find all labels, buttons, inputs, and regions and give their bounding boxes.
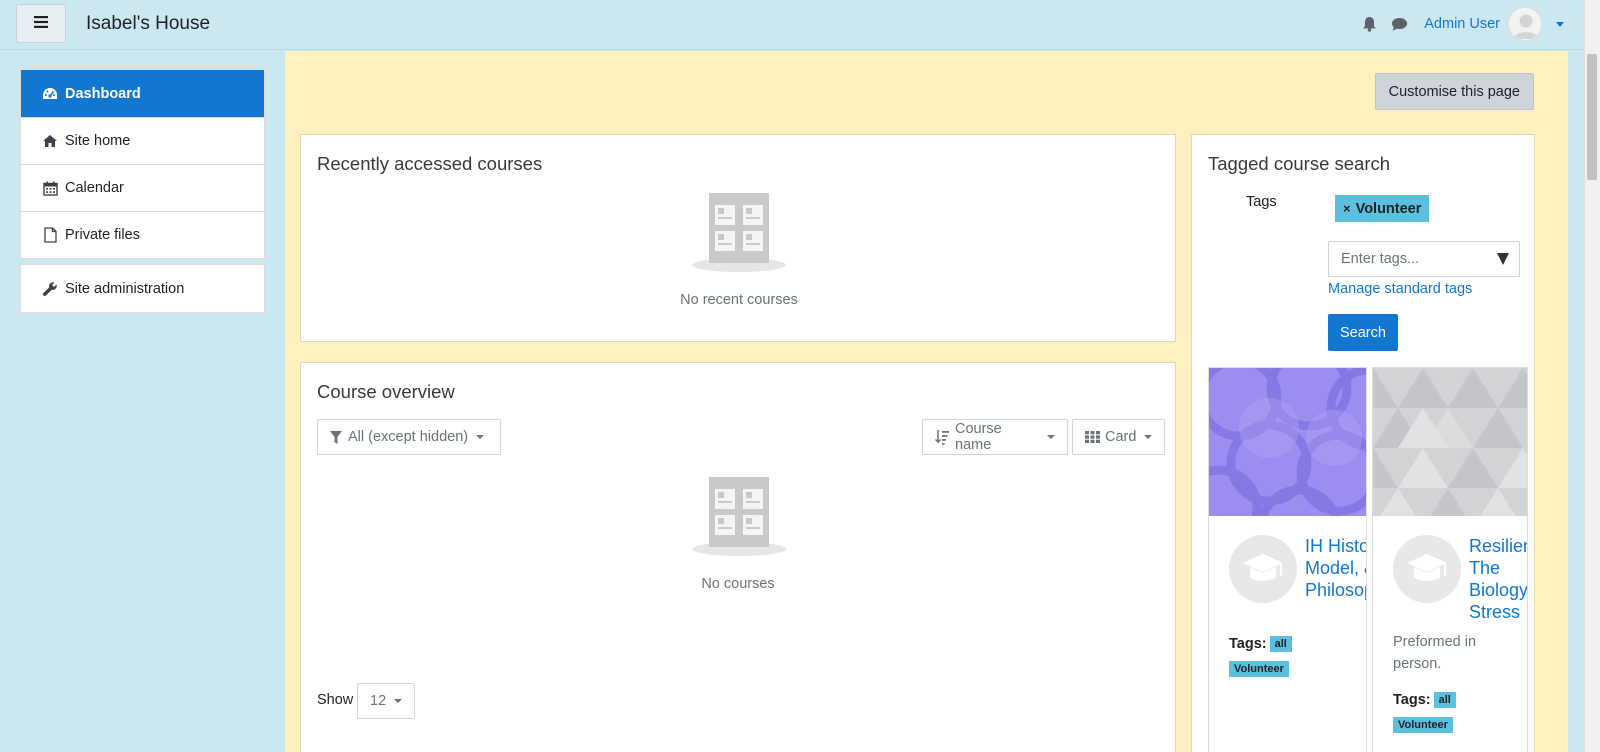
course-tags: Tags: all xyxy=(1393,692,1456,708)
selected-tag-chip[interactable]: × Volunteer xyxy=(1335,195,1430,222)
caret-down-icon xyxy=(394,699,403,703)
empty-message: No courses xyxy=(701,576,775,592)
sidebar-item-calendar[interactable]: Calendar xyxy=(21,164,264,211)
wrench-icon xyxy=(41,280,59,298)
block-title: Tagged course search xyxy=(1208,153,1391,174)
tag-badge[interactable]: all xyxy=(1433,692,1456,708)
user-avatar[interactable] xyxy=(1508,7,1542,41)
no-courses-illustration xyxy=(691,193,787,273)
user-menu-caret-icon[interactable] xyxy=(1556,21,1564,27)
no-courses-illustration xyxy=(691,477,787,557)
sort-dropdown[interactable]: Course name xyxy=(922,419,1068,455)
paging-value: 12 xyxy=(370,693,387,709)
sidebar-item-site-administration[interactable]: Site administration xyxy=(21,265,264,312)
course-name-link[interactable]: Resilience: The Biology of Stress xyxy=(1469,535,1527,623)
view-dropdown[interactable]: Card xyxy=(1072,419,1165,455)
sort-icon xyxy=(935,429,949,445)
tags-autocomplete-input[interactable]: Enter tags... xyxy=(1328,241,1520,277)
sidebar-item-private-files[interactable]: Private files xyxy=(21,211,264,258)
scrollbar-thumb[interactable] xyxy=(1587,54,1597,180)
tags-field-label: Tags xyxy=(1246,194,1277,210)
course-summary: Preformed in person. xyxy=(1393,634,1477,672)
caret-down-icon xyxy=(476,435,485,439)
bell-icon[interactable] xyxy=(1358,13,1380,35)
graduation-cap-icon xyxy=(1229,535,1297,603)
caret-down-icon xyxy=(1047,435,1055,439)
dropdown-triangle-icon[interactable] xyxy=(1497,253,1509,265)
tag-badge[interactable]: Volunteer xyxy=(1229,661,1289,677)
course-overview-block: Course overview All (except hidden) Cour… xyxy=(300,362,1176,752)
remove-tag-icon[interactable]: × xyxy=(1343,201,1351,216)
tags-heading: Tags: xyxy=(1393,692,1431,708)
tags-heading: Tags: xyxy=(1229,636,1267,652)
nav-group-admin: Site administration xyxy=(20,264,265,313)
manage-standard-tags-link[interactable]: Manage standard tags xyxy=(1328,281,1472,297)
customise-page-button[interactable]: Customise this page xyxy=(1374,73,1534,110)
tag-chip-label: Volunteer xyxy=(1355,200,1422,217)
chat-bubble-icon[interactable] xyxy=(1388,13,1410,35)
sidebar-item-label: Dashboard xyxy=(65,85,141,102)
tag-badge[interactable]: Volunteer xyxy=(1393,717,1453,733)
hamburger-icon xyxy=(34,15,48,32)
menu-toggle-button[interactable] xyxy=(16,4,66,43)
user-nav: Admin User xyxy=(1358,6,1564,42)
caret-down-icon xyxy=(1144,435,1153,439)
sidebar-item-label: Calendar xyxy=(65,180,124,196)
course-image[interactable] xyxy=(1373,368,1527,516)
grid-icon xyxy=(1085,431,1100,443)
tag-badge[interactable]: all xyxy=(1269,636,1292,652)
grouping-filter-dropdown[interactable]: All (except hidden) xyxy=(317,419,501,455)
course-card[interactable]: IH History, Model, & Philosophy Tags: al… xyxy=(1208,367,1367,752)
sidebar-item-label: Site administration xyxy=(65,280,185,297)
home-icon xyxy=(41,132,59,150)
page-content: Customise this page Recently accessed co… xyxy=(285,51,1568,752)
sidebar-item-site-home[interactable]: Site home xyxy=(21,117,264,164)
show-label: Show xyxy=(317,692,354,708)
course-name-link[interactable]: IH History, Model, & Philosophy xyxy=(1305,535,1366,601)
sidebar-item-dashboard[interactable]: Dashboard xyxy=(21,70,264,117)
sidebar-item-label: Site home xyxy=(65,133,131,149)
sidebar-item-label: Private files xyxy=(65,227,140,243)
filter-label: All (except hidden) xyxy=(348,429,469,445)
nav-drawer: Dashboard Site home Calendar Private fil… xyxy=(20,69,265,318)
sort-label: Course name xyxy=(955,421,1002,453)
calendar-icon xyxy=(41,179,59,197)
course-tags: Tags: all xyxy=(1229,636,1292,652)
site-title[interactable]: Isabel's House xyxy=(86,13,210,35)
dashboard-icon xyxy=(41,85,59,103)
tagged-course-search-block: Tagged course search Tags × Volunteer En… xyxy=(1191,134,1535,752)
graduation-cap-icon xyxy=(1393,535,1461,603)
paging-dropdown[interactable]: 12 xyxy=(357,683,415,719)
block-title: Course overview xyxy=(317,381,455,402)
top-navbar: Isabel's House Admin User xyxy=(0,0,1584,50)
user-name-link[interactable]: Admin User xyxy=(1424,16,1500,32)
nav-group-main: Dashboard Site home Calendar Private fil… xyxy=(20,69,265,259)
page-scrollbar[interactable] xyxy=(1584,0,1600,752)
search-button[interactable]: Search xyxy=(1328,314,1398,351)
view-label: Card xyxy=(1105,429,1137,445)
tags-input-placeholder: Enter tags... xyxy=(1341,251,1420,267)
empty-message: No recent courses xyxy=(680,292,798,308)
block-title: Recently accessed courses xyxy=(317,153,543,174)
recent-courses-block: Recently accessed courses No recent cour… xyxy=(300,134,1176,342)
course-card[interactable]: Resilience: The Biology of Stress Prefor… xyxy=(1372,367,1528,752)
course-image[interactable] xyxy=(1209,368,1366,516)
file-icon xyxy=(41,226,59,244)
filter-icon xyxy=(330,430,342,444)
